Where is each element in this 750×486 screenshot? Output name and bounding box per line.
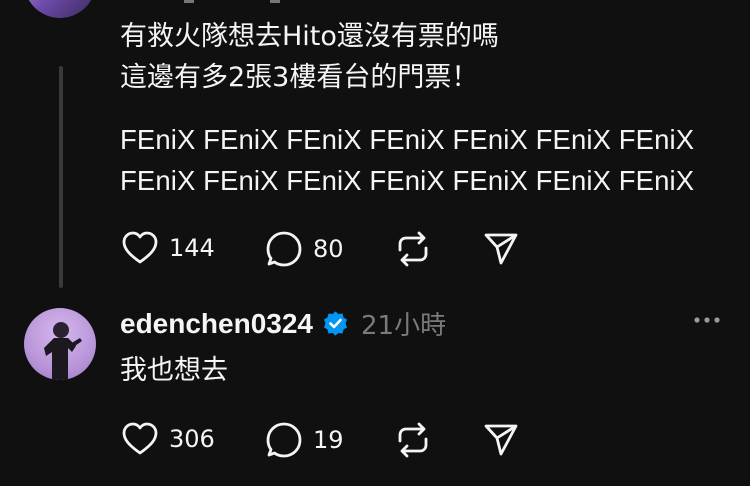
like-count: 144 bbox=[169, 234, 215, 262]
top-divider-fragment bbox=[184, 0, 194, 3]
reply-header: edenchen0324 21小時 bbox=[120, 305, 446, 342]
top-divider-fragment bbox=[270, 0, 280, 3]
author-avatar[interactable] bbox=[24, 0, 96, 18]
heart-icon bbox=[121, 230, 159, 266]
reply-time: 21小時 bbox=[361, 311, 447, 341]
avatar-figure bbox=[44, 322, 82, 380]
send-icon bbox=[482, 422, 520, 458]
post-text-fenix-line-2: FEniX FEniX FEniX FEniX FEniX FEniX FEni… bbox=[120, 165, 695, 196]
reply-comment-button[interactable]: 19 bbox=[265, 421, 344, 459]
reply-comment-count: 19 bbox=[313, 426, 344, 454]
reply-author-avatar[interactable] bbox=[24, 308, 96, 380]
reply-username[interactable]: edenchen0324 bbox=[120, 308, 313, 340]
comment-count: 80 bbox=[313, 235, 344, 263]
comment-bubble-icon bbox=[265, 421, 303, 459]
repost-icon bbox=[394, 421, 432, 459]
share-button[interactable] bbox=[482, 231, 520, 267]
post-text-line-1: 有救火隊想去Hito還沒有票的嗎 bbox=[120, 21, 499, 52]
reply-repost-button[interactable] bbox=[394, 421, 432, 459]
reply-like-button[interactable]: 306 bbox=[121, 421, 215, 457]
heart-icon bbox=[121, 421, 159, 457]
repost-icon bbox=[394, 230, 432, 268]
reply-text: 我也想去 bbox=[120, 355, 228, 386]
repost-button[interactable] bbox=[394, 230, 432, 268]
thread-line bbox=[59, 66, 63, 288]
more-icon[interactable] bbox=[692, 305, 722, 342]
comment-button[interactable]: 80 bbox=[265, 230, 344, 268]
comment-bubble-icon bbox=[265, 230, 303, 268]
like-button[interactable]: 144 bbox=[121, 230, 215, 266]
reply-like-count: 306 bbox=[169, 425, 215, 453]
reply-share-button[interactable] bbox=[482, 422, 520, 458]
send-icon bbox=[482, 231, 520, 267]
post-text-line-2: 這邊有多2張3樓看台的門票！ bbox=[120, 62, 479, 93]
verified-badge-icon bbox=[322, 310, 349, 337]
post-text-fenix-line-1: FEniX FEniX FEniX FEniX FEniX FEniX FEni… bbox=[120, 124, 695, 155]
